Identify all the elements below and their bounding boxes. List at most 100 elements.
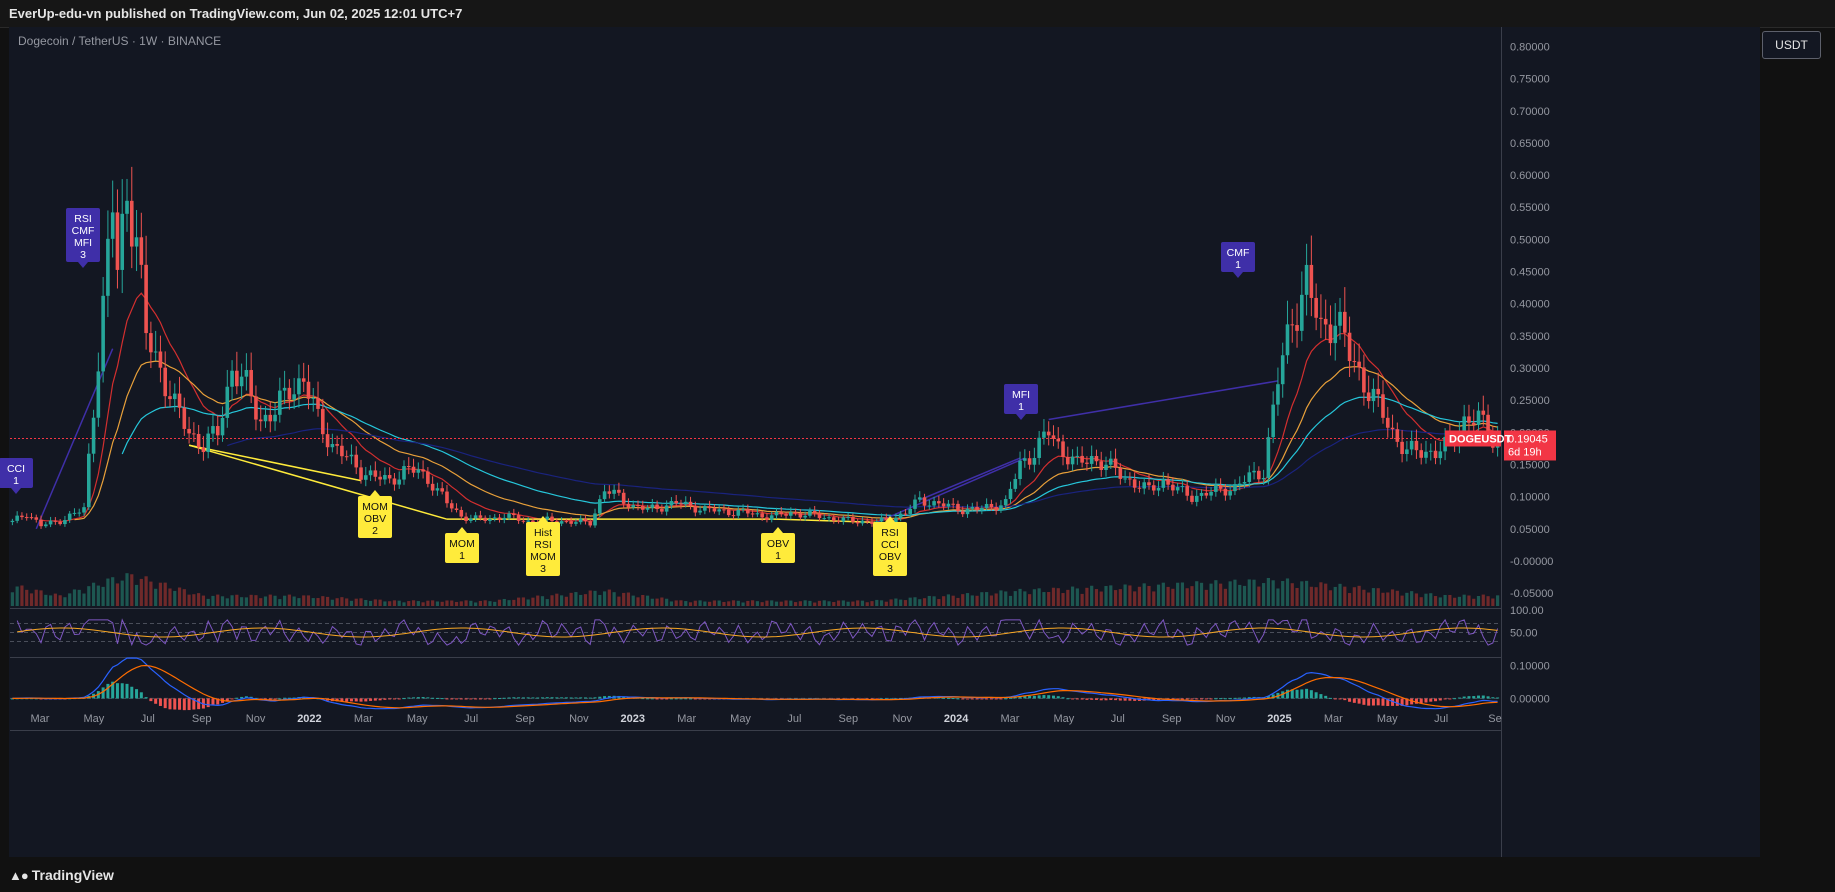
- candle-body: [20, 515, 24, 518]
- candle-body: [359, 467, 363, 480]
- candle-body: [1175, 487, 1180, 491]
- candle-body: [817, 513, 822, 519]
- volume-bar: [1085, 587, 1089, 606]
- candle-body: [469, 518, 473, 521]
- volume-bar: [469, 600, 473, 606]
- volume-bar: [91, 582, 96, 606]
- macd-histogram-bar: [1295, 689, 1299, 699]
- candle-body: [574, 522, 578, 524]
- volume-bar: [1371, 588, 1376, 606]
- candle-body: [1409, 440, 1414, 450]
- candle-body: [1309, 264, 1314, 298]
- candle-body: [841, 517, 846, 522]
- candle-body: [917, 497, 922, 500]
- candle-body: [922, 497, 927, 506]
- macd-histogram-bar: [144, 697, 148, 699]
- volume-bar: [488, 601, 492, 606]
- candle-body: [187, 428, 191, 434]
- volume-bar: [1109, 585, 1113, 606]
- volume-bar: [1042, 592, 1046, 606]
- time-tick-label: 2025: [1267, 713, 1291, 725]
- volume-bar: [282, 595, 287, 606]
- currency-selector[interactable]: USDT: [1762, 31, 1821, 59]
- volume-bar: [1290, 583, 1294, 606]
- macd-histogram-bar: [369, 698, 373, 701]
- candle-body: [235, 370, 239, 387]
- signal-text: CCI: [7, 463, 25, 475]
- price-chart[interactable]: CCI1RSICMFMFI3MOMOBV2MOM1HistRSIMOM3OBV1…: [0, 0, 1835, 892]
- candle-body: [435, 488, 440, 491]
- pane-divider: [10, 657, 1501, 658]
- volume-bar: [712, 600, 717, 606]
- candle-body: [406, 466, 411, 468]
- candle-body: [91, 417, 96, 454]
- macd-histogram-bar: [569, 697, 573, 699]
- volume-bar: [263, 596, 268, 606]
- volume-bar: [53, 593, 57, 606]
- candle-body: [1123, 478, 1127, 480]
- candle-body: [201, 447, 206, 453]
- time-axis-border: [10, 730, 1501, 731]
- macd-histogram-bar: [646, 698, 650, 700]
- candle-body: [311, 397, 316, 399]
- candle-body: [755, 513, 760, 515]
- macd-histogram-bar: [588, 697, 592, 699]
- macd-histogram-bar: [407, 697, 411, 699]
- volume-bar: [961, 594, 965, 606]
- volume-bar: [679, 600, 683, 606]
- volume-bar: [684, 601, 688, 606]
- volume-bar: [1171, 588, 1175, 606]
- volume-bar: [822, 600, 826, 606]
- macd-histogram-bar: [397, 698, 401, 700]
- candle-body: [1381, 394, 1385, 418]
- macd-histogram-bar: [1371, 698, 1375, 706]
- macd-histogram-bar: [1128, 698, 1132, 701]
- volume-bar: [1133, 591, 1137, 606]
- macd-histogram-bar: [421, 697, 425, 699]
- candle-body: [1147, 482, 1151, 486]
- candle-body: [153, 351, 158, 353]
- signal-text: OBV: [879, 551, 901, 563]
- macd-histogram-bar: [550, 697, 554, 699]
- macd-histogram-bar: [1219, 698, 1223, 700]
- candle-body: [344, 456, 349, 458]
- candle-body: [230, 370, 234, 387]
- volume-bar: [1233, 579, 1237, 606]
- candle-body: [120, 213, 125, 270]
- volume-bar: [521, 597, 525, 606]
- signal-text: MFI: [74, 237, 92, 249]
- macd-histogram-bar: [1008, 697, 1012, 699]
- candle-body: [1467, 416, 1471, 423]
- volume-bar: [913, 597, 917, 606]
- candle-body: [860, 520, 865, 524]
- signal-text: RSI: [534, 539, 552, 551]
- time-tick-label: Jul: [464, 713, 478, 725]
- tradingview-logo[interactable]: ▲● TradingView: [9, 867, 114, 883]
- volume-bar: [1137, 586, 1142, 606]
- volume-bar: [459, 601, 463, 606]
- candle-body: [1075, 455, 1080, 457]
- candle-body: [1113, 458, 1118, 468]
- time-axis: Mar May Jul Sep Nov 2022 Mar May Jul Sep Nov 2023 Ma…: [31, 713, 1502, 725]
- ticker-label: DOGEUSDT: [1449, 433, 1512, 445]
- macd-histogram-bar: [1357, 698, 1361, 704]
- bar-countdown: 6d 19h: [1508, 446, 1542, 458]
- volume-bar: [512, 599, 516, 606]
- volume-bar: [559, 595, 564, 606]
- volume-bar: [1257, 586, 1261, 606]
- macd-histogram-bar: [956, 698, 960, 700]
- macd-histogram-bar: [1243, 697, 1247, 699]
- candle-body: [1209, 491, 1213, 496]
- macd-histogram-bar: [517, 697, 521, 699]
- macd-histogram-bar: [1190, 698, 1194, 700]
- candle-body: [550, 516, 554, 522]
- candle-body: [459, 509, 464, 517]
- volume-bar: [1271, 580, 1275, 606]
- macd-histogram-bar: [583, 697, 587, 699]
- macd-histogram-bar: [674, 698, 678, 700]
- volume-bar: [1319, 582, 1323, 606]
- moving-averages: [40, 292, 1498, 523]
- macd-histogram-bar: [1080, 698, 1084, 700]
- volume-bar: [354, 598, 358, 606]
- time-tick-label: Jul: [1111, 713, 1125, 725]
